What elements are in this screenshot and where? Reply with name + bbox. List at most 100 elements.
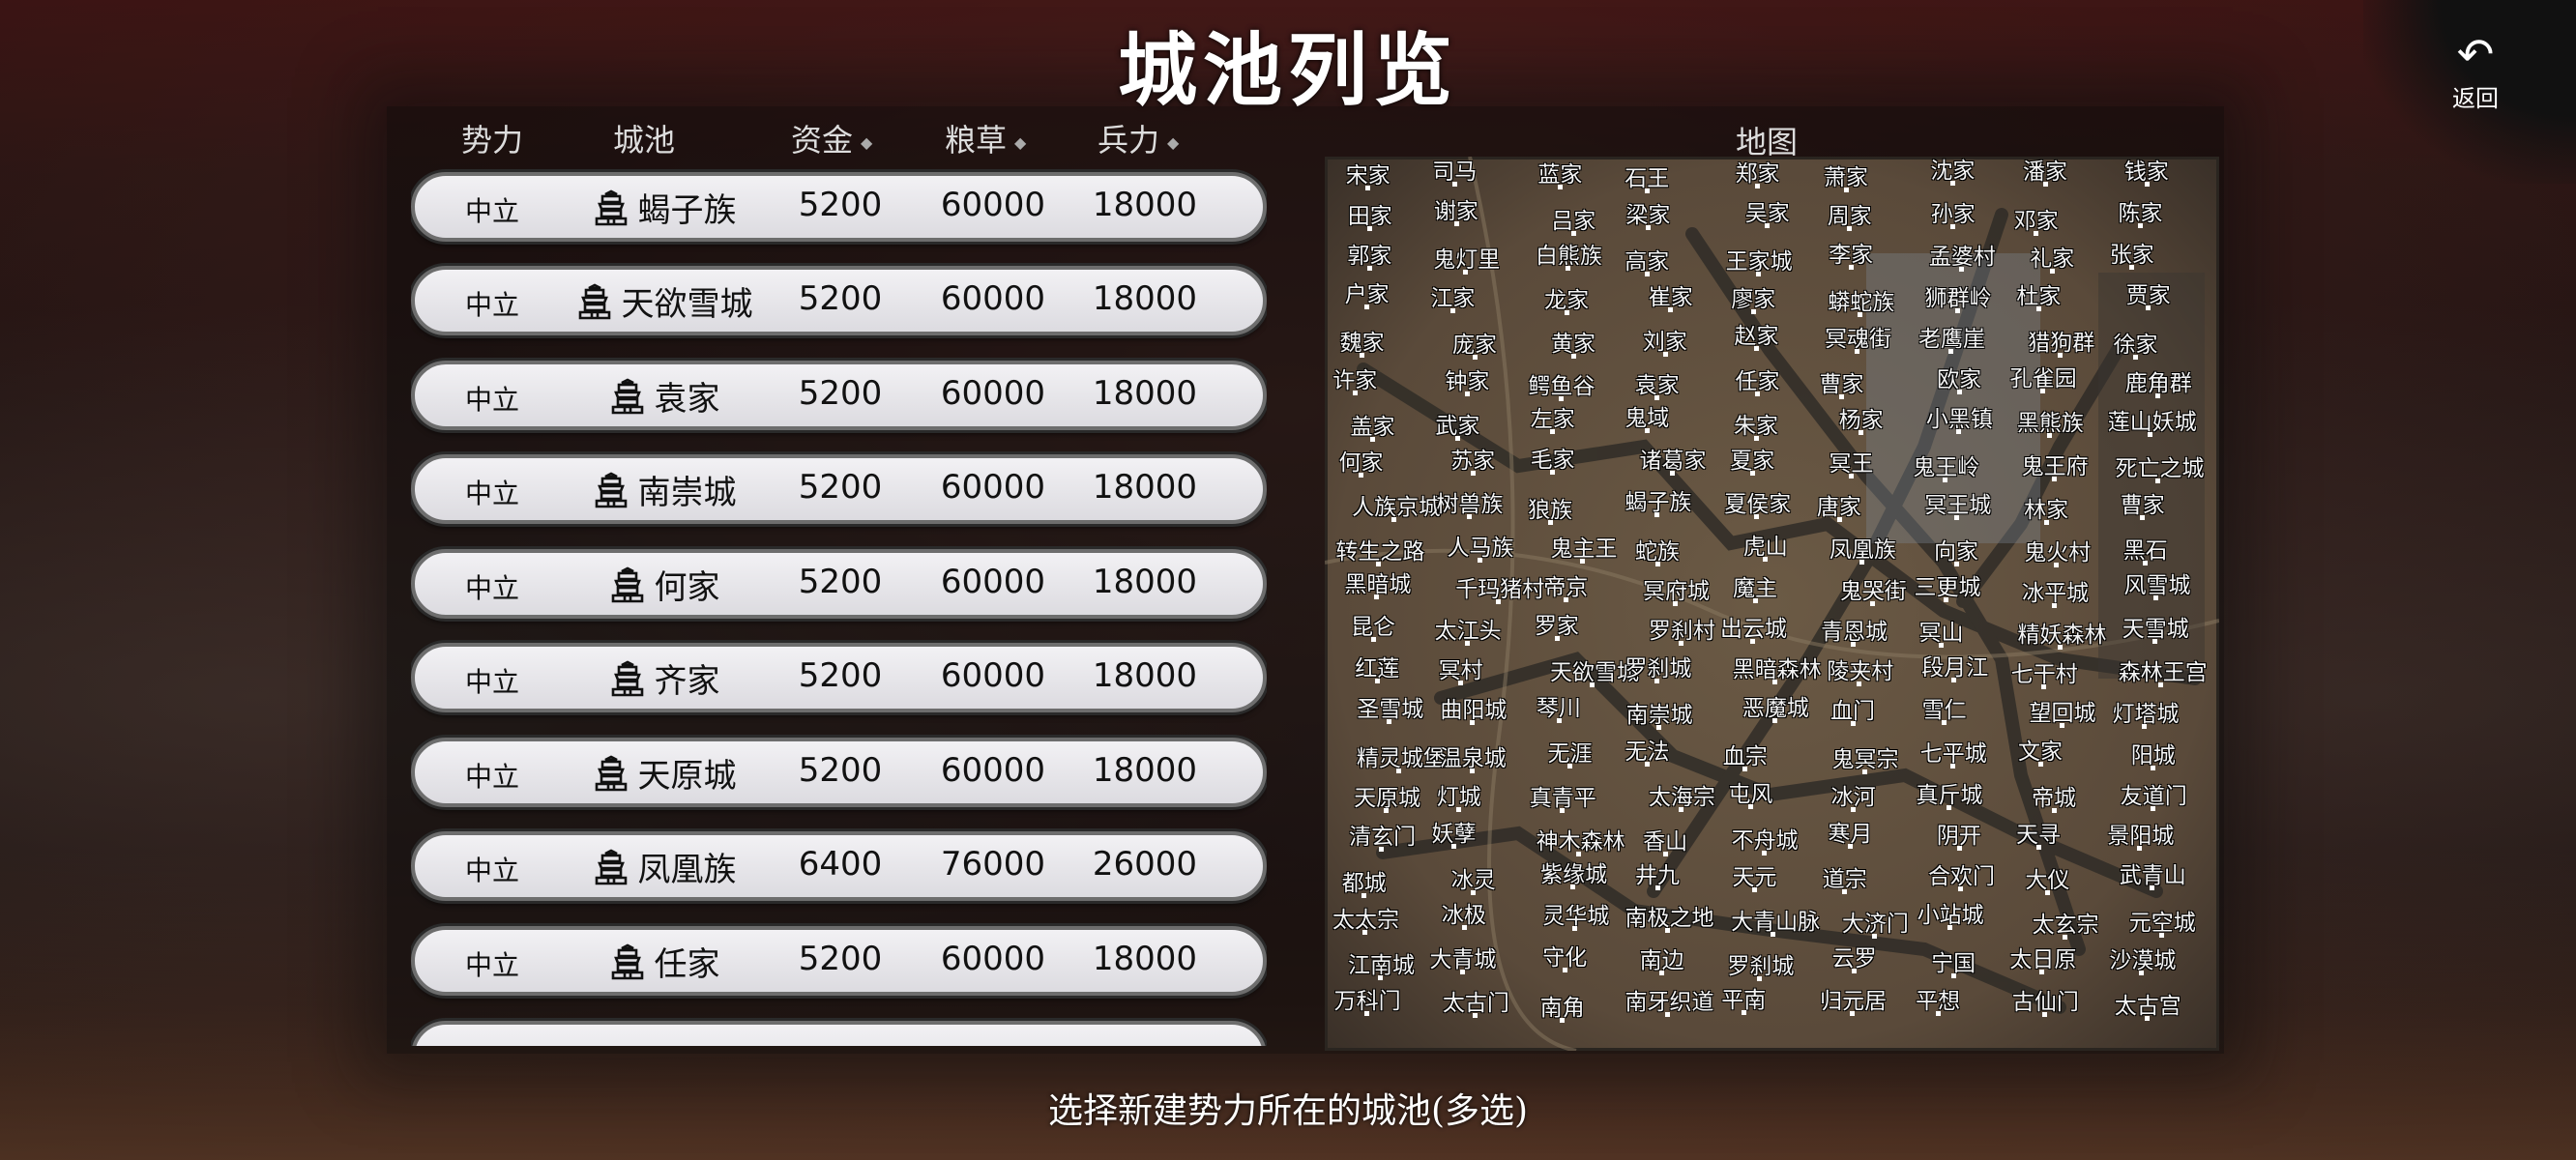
map-city-label[interactable]: 杜家: [2016, 277, 2061, 311]
map-city-label[interactable]: 小黑镇: [1926, 400, 1993, 434]
map-city-label[interactable]: 鬼冥宗: [1831, 740, 1898, 774]
map-city-label[interactable]: 冰平城: [2022, 574, 2089, 609]
map-city-label[interactable]: 孔雀园: [2010, 360, 2077, 393]
map-city-label[interactable]: 圣雪城: [1357, 690, 1423, 725]
map-city-label[interactable]: 黄家: [1551, 325, 1595, 360]
back-button[interactable]: ↶ 返回: [2417, 29, 2533, 126]
map-city-label[interactable]: 南牙织道: [1625, 983, 1714, 1017]
map-city-label[interactable]: 大青山脉: [1731, 903, 1820, 938]
map-city-label[interactable]: 灯城: [1437, 778, 1481, 812]
map-city-label[interactable]: 夏家: [1730, 442, 1774, 477]
map-city-label[interactable]: 元空城: [2129, 904, 2196, 938]
map-city-label[interactable]: 无法: [1625, 733, 1669, 768]
map-city-label[interactable]: 凤凰族: [1830, 531, 1896, 565]
city-row-partial[interactable]: [411, 1021, 1267, 1046]
map-city-label[interactable]: 任家: [1735, 362, 1779, 396]
map-city-label[interactable]: 守化: [1542, 939, 1587, 972]
map-city-label[interactable]: 贾家: [2126, 276, 2171, 310]
map-city-label[interactable]: 太太宗: [1332, 901, 1399, 936]
map-city-label[interactable]: 恶魔城: [1742, 689, 1809, 724]
map-city-label[interactable]: 魔主: [1733, 569, 1777, 603]
city-row[interactable]: 中立 天原城 5200 60000 18000: [411, 738, 1267, 807]
map-city-label[interactable]: 树兽族: [1437, 485, 1504, 520]
map-city-label[interactable]: 欧家: [1937, 361, 1981, 394]
map-city-label[interactable]: 文家: [2018, 733, 2063, 767]
map-city-label[interactable]: 天寻: [2016, 816, 2061, 851]
map-city-label[interactable]: 庞家: [1452, 326, 1497, 361]
map-city-label[interactable]: 周家: [1828, 197, 1872, 232]
map-city-label[interactable]: 南角: [1540, 989, 1585, 1023]
map-city-label[interactable]: 林家: [2024, 491, 2068, 525]
map-city-label[interactable]: 七平城: [1920, 735, 1987, 768]
map-city-label[interactable]: 石王: [1625, 160, 1669, 193]
map-city-label[interactable]: 李家: [1829, 236, 1873, 271]
map-city-label[interactable]: 帝京: [1543, 568, 1588, 603]
map-city-label[interactable]: 龙家: [1544, 281, 1589, 316]
map-city-label[interactable]: 妖孽: [1431, 815, 1476, 850]
map-city-label[interactable]: 昆仑: [1351, 608, 1395, 643]
map-city-label[interactable]: 徐家: [2113, 326, 2157, 360]
map-city-label[interactable]: 鬼主王: [1550, 530, 1617, 565]
map-city-label[interactable]: 人族京城: [1352, 488, 1441, 523]
map-city-label[interactable]: 冥山: [1919, 614, 1964, 648]
map-city-label[interactable]: 鹿角群: [2125, 364, 2192, 399]
map-city-label[interactable]: 王家城: [1726, 243, 1793, 276]
map-city-label[interactable]: 邓家: [2014, 202, 2059, 236]
map-city-label[interactable]: 户家: [1345, 276, 1390, 310]
map-city-label[interactable]: 田家: [1348, 197, 1392, 231]
city-list[interactable]: 中立 蝎子族 5200 60000 18000 中立 天欲雪城 5200 60000 18000 中…: [411, 164, 1267, 1046]
map-city-label[interactable]: 七干村: [2011, 655, 2078, 689]
map-city-label[interactable]: 蓝家: [1537, 157, 1582, 190]
map-city-label[interactable]: 魏家: [1340, 324, 1385, 359]
map-city-label[interactable]: 黑熊族: [2017, 404, 2084, 439]
map-city-label[interactable]: 大仪: [2025, 861, 2069, 896]
map-city-label[interactable]: 望回城: [2030, 694, 2096, 729]
map-city-label[interactable]: 廖家: [1731, 280, 1775, 314]
map-city-label[interactable]: 诸葛家: [1639, 442, 1706, 476]
map-city-label[interactable]: 段月江: [1921, 649, 1988, 682]
map-city-label[interactable]: 死亡之城: [2115, 450, 2204, 484]
map-city-label[interactable]: 真斤城: [1916, 776, 1982, 810]
map-city-label[interactable]: 大青城: [1430, 941, 1497, 975]
city-row[interactable]: 中立 齐家 5200 60000 18000: [411, 643, 1267, 712]
map-city-label[interactable]: 孟婆村: [1929, 238, 1996, 272]
map-city-label[interactable]: 吴家: [1745, 194, 1790, 228]
map-city-label[interactable]: 袁家: [1635, 366, 1680, 400]
map-city-label[interactable]: 莲山妖城: [2108, 403, 2197, 437]
map-city-label[interactable]: 出云城: [1720, 610, 1787, 645]
map-city-label[interactable]: 梁家: [1625, 196, 1670, 231]
map-city-label[interactable]: 灵华城: [1542, 897, 1609, 932]
map-city-label[interactable]: 罗刹村: [1649, 612, 1715, 646]
map-city-label[interactable]: 黑暗森林: [1733, 651, 1822, 684]
map-city-label[interactable]: 冥村: [1439, 652, 1483, 686]
map-city-label[interactable]: 罗刹城: [1625, 650, 1691, 683]
map-city-label[interactable]: 青恩城: [1821, 613, 1888, 647]
map-city-label[interactable]: 万科门: [1334, 982, 1401, 1016]
map-city-label[interactable]: 郭家: [1347, 237, 1391, 272]
map-city-label[interactable]: 朱家: [1734, 407, 1778, 442]
map-city-label[interactable]: 太江头: [1435, 612, 1502, 646]
map-city-label[interactable]: 阴开: [1937, 817, 1981, 852]
header-troops[interactable]: 兵力 ◆: [1098, 116, 1179, 160]
map-city-label[interactable]: 冰极: [1442, 896, 1486, 931]
map-city-label[interactable]: 森林王宫: [2119, 653, 2208, 687]
map-city-label[interactable]: 冰河: [1831, 778, 1876, 812]
map-city-label[interactable]: 屯风: [1728, 775, 1772, 810]
map-city-label[interactable]: 冥王: [1829, 445, 1873, 479]
header-gold[interactable]: 资金 ◆: [791, 116, 872, 160]
map-city-label[interactable]: 帝城: [2032, 779, 2076, 814]
map-city-label[interactable]: 谢家: [1434, 192, 1478, 227]
map-city-label[interactable]: 古仙门: [2012, 983, 2079, 1018]
map-city-label[interactable]: 许家: [1332, 362, 1377, 395]
map-city-label[interactable]: 沙漠城: [2109, 942, 2176, 975]
map-city-label[interactable]: 景阳城: [2107, 817, 2174, 852]
map-city-label[interactable]: 虎山: [1743, 528, 1788, 562]
map-city-label[interactable]: 罗家: [1535, 607, 1579, 641]
map-city-label[interactable]: 鳄鱼谷: [1529, 367, 1595, 402]
city-row[interactable]: 中立 任家 5200 60000 18000: [411, 926, 1267, 996]
map-city-label[interactable]: 钟家: [1445, 362, 1489, 396]
map-city-label[interactable]: 萧家: [1824, 159, 1868, 192]
map-city-label[interactable]: 曹家: [2121, 486, 2165, 521]
city-row[interactable]: 中立 何家 5200 60000 18000: [411, 549, 1267, 619]
map-city-label[interactable]: 太古宫: [2115, 987, 2181, 1022]
